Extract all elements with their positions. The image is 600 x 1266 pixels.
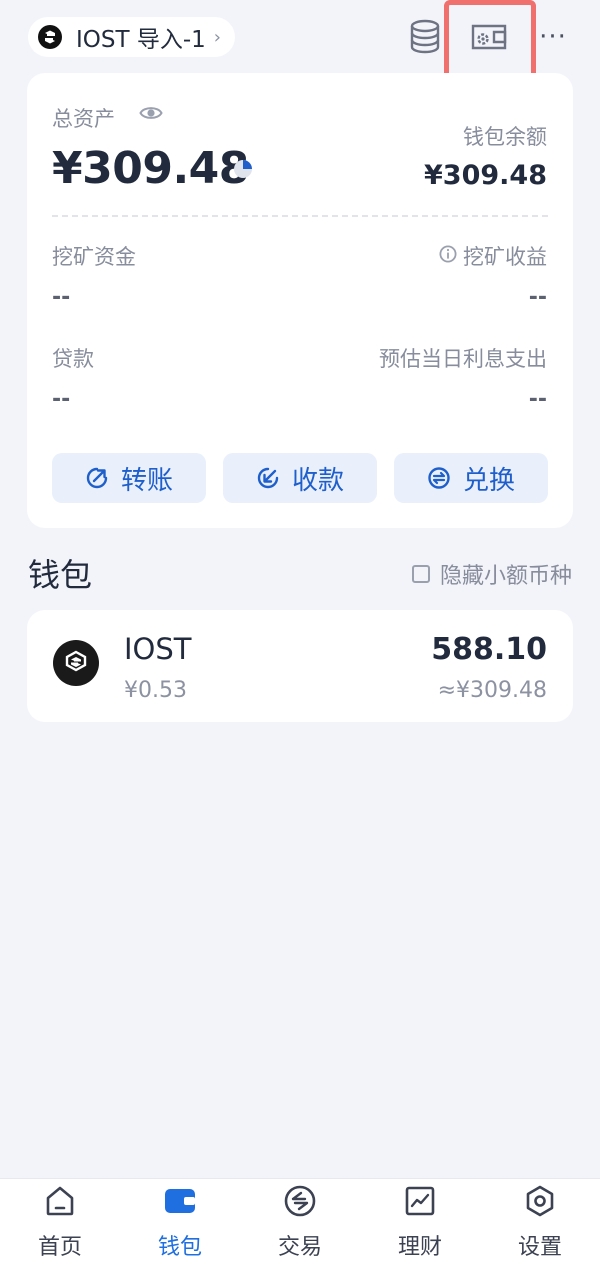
card-settings-icon[interactable] [466, 14, 512, 60]
mining-income-label: 挖矿收益 [463, 245, 547, 269]
nav-label-home: 首页 [37, 1235, 82, 1260]
wallet-balance-value: ¥309.48 [424, 160, 547, 191]
token-row[interactable]: IOST ¥0.53 588.10 ≈¥309.48 [27, 610, 573, 722]
transfer-icon [86, 467, 108, 489]
settings-icon [526, 1185, 554, 1217]
interest-value: -- [528, 387, 547, 412]
mining-income-header: 挖矿收益 [439, 241, 547, 271]
total-assets-value: ¥309.48 [52, 143, 249, 194]
chevron-right-icon: › [213, 26, 221, 48]
receive-label: 收款 [291, 465, 344, 496]
loan-value: -- [52, 387, 71, 412]
nav-label-wallet: 钱包 [157, 1235, 202, 1260]
total-assets-label: 总资产 [52, 107, 115, 131]
transfer-label: 转账 [120, 465, 173, 496]
nav-item-home[interactable]: 首页 [0, 1179, 120, 1266]
hide-small-balances-toggle[interactable]: 隐藏小额币种 [411, 558, 572, 590]
bottom-navigation: 首页 钱包 交易 理财 设置 [0, 1178, 600, 1266]
token-symbol: IOST [124, 632, 192, 666]
home-icon [46, 1186, 74, 1216]
nav-label-trade: 交易 [277, 1235, 322, 1260]
iost-logo-icon [38, 25, 62, 49]
mining-income-value: -- [528, 285, 547, 310]
eye-icon[interactable] [139, 104, 163, 126]
wallet-balance-label: 钱包余额 [463, 125, 547, 149]
token-amount: 588.10 [431, 632, 547, 667]
nav-label-finance: 理财 [397, 1235, 442, 1260]
transfer-button[interactable]: 转账 [52, 453, 206, 503]
receive-button[interactable]: 收款 [223, 453, 377, 503]
nav-item-trade[interactable]: 交易 [240, 1179, 360, 1266]
nav-label-settings: 设置 [517, 1235, 562, 1260]
token-price: ¥0.53 [124, 678, 187, 703]
receive-icon [257, 467, 279, 489]
wallet-section-title: 钱包 [28, 556, 93, 594]
trade-icon [284, 1185, 316, 1217]
wallet-name: IOST 导入-1 [76, 27, 206, 53]
interest-label: 预估当日利息支出 [379, 347, 547, 371]
wallet-icon [165, 1189, 195, 1213]
loan-label: 贷款 [52, 347, 94, 371]
swap-label: 兑换 [462, 465, 515, 496]
asset-summary-card: 总资产 ¥309.48 钱包余额 ¥309.48 挖矿资金 挖矿收益 -- --… [27, 73, 573, 528]
coins-stack-icon[interactable] [402, 14, 448, 60]
wallet-selector[interactable]: IOST 导入-1 › [28, 17, 235, 57]
info-icon[interactable] [439, 245, 457, 267]
iost-token-icon [53, 640, 99, 686]
token-fiat-value: ≈¥309.48 [437, 678, 547, 703]
swap-icon [428, 467, 450, 489]
more-icon[interactable]: ··· [530, 14, 576, 60]
hide-small-label: 隐藏小额币种 [439, 564, 572, 589]
top-bar: IOST 导入-1 › ··· [0, 0, 600, 82]
nav-item-settings[interactable]: 设置 [480, 1179, 600, 1266]
nav-item-wallet[interactable]: 钱包 [120, 1179, 240, 1266]
hide-small-checkbox[interactable] [411, 565, 430, 583]
dashed-divider [52, 215, 548, 217]
mining-funds-value: -- [52, 285, 71, 310]
swap-button[interactable]: 兑换 [394, 453, 548, 503]
pie-chart-icon[interactable] [232, 158, 254, 184]
nav-item-finance[interactable]: 理财 [360, 1179, 480, 1266]
mining-funds-label: 挖矿资金 [52, 245, 136, 269]
finance-chart-icon [405, 1186, 435, 1216]
